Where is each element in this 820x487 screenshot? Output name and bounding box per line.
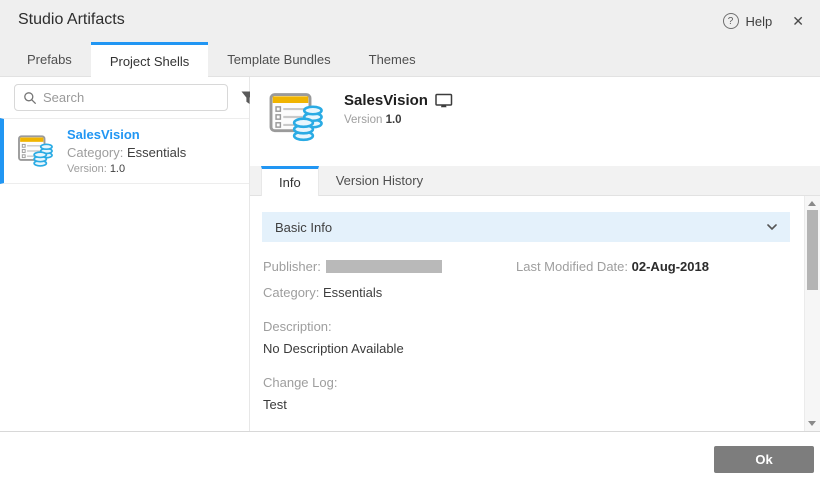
category-field: Category: Essentials [263, 285, 790, 300]
scrollbar-thumb[interactable] [807, 210, 818, 290]
tab-version-history[interactable]: Version History [319, 166, 440, 195]
last-modified-field: Last Modified Date: 02-Aug-2018 [516, 259, 709, 274]
publisher-field: Publisher: [263, 259, 516, 274]
help-icon[interactable]: ? [723, 13, 739, 29]
publisher-row: Publisher: Last Modified Date: 02-Aug-20… [263, 259, 790, 274]
tab-project-shells[interactable]: Project Shells [91, 42, 208, 77]
artifact-title-row: SalesVision [344, 92, 453, 109]
detail-panel: SalesVision Version 1.0 Info Version [250, 77, 820, 431]
tab-prefabs[interactable]: Prefabs [8, 42, 91, 76]
list-item-category: Category: Essentials [67, 145, 186, 160]
version-label: Version: [67, 163, 107, 175]
list-item-version: Version: 1.0 [67, 163, 186, 175]
studio-artifacts-dialog: Studio Artifacts ? Help ✕ Prefabs Projec… [0, 0, 820, 487]
list-item-salesvision[interactable]: SalesVision Category: Essentials Version… [0, 118, 249, 184]
detail-category-label: Category: [263, 285, 319, 300]
main-tab-bar: Prefabs Project Shells Template Bundles … [0, 42, 820, 77]
help-button[interactable]: Help [746, 14, 773, 29]
tab-template-bundles[interactable]: Template Bundles [208, 42, 349, 76]
sidebar: SalesVision Category: Essentials Version… [0, 77, 250, 431]
last-modified-value: 02-Aug-2018 [632, 259, 709, 274]
basic-info-accordion[interactable]: Basic Info [262, 212, 790, 242]
publisher-label: Publisher: [263, 259, 321, 274]
publisher-value-redacted [326, 260, 442, 273]
ok-button[interactable]: Ok [714, 446, 814, 473]
search-icon [23, 91, 37, 105]
app-body: SalesVision Category: Essentials Version… [0, 77, 820, 431]
monitor-icon [435, 93, 453, 109]
scroll-up-arrow-icon[interactable] [808, 201, 816, 206]
artifact-header: SalesVision Version 1.0 [344, 92, 453, 126]
detail-version-label: Version [344, 114, 382, 126]
footer-bar: Ok [0, 431, 820, 487]
description-value: No Description Available [263, 341, 790, 356]
window-header: Studio Artifacts ? Help ✕ [0, 0, 820, 42]
header-actions: ? Help ✕ [723, 0, 804, 42]
category-label: Category: [67, 145, 123, 160]
close-icon[interactable]: ✕ [792, 14, 804, 28]
artifact-large-icon [268, 91, 326, 148]
basic-info-fields: Publisher: Last Modified Date: 02-Aug-20… [263, 259, 790, 431]
list-item-text: SalesVision Category: Essentials Version… [67, 127, 186, 175]
page-title: Studio Artifacts [18, 11, 125, 29]
tab-themes[interactable]: Themes [350, 42, 435, 76]
info-tab-content: Basic Info Publisher: Last Modified Date [250, 196, 803, 431]
list-item-name: SalesVision [67, 127, 186, 142]
artifact-title: SalesVision [344, 92, 428, 109]
change-log-label: Change Log: [263, 375, 790, 390]
vertical-scrollbar[interactable] [804, 196, 820, 431]
last-modified-label: Last Modified Date: [516, 259, 628, 274]
change-log-value: Test [263, 397, 790, 412]
search-input[interactable] [43, 90, 219, 105]
detail-category-value: Essentials [323, 285, 382, 300]
artifact-version-row: Version 1.0 [344, 114, 453, 126]
detail-tab-bar: Info Version History [250, 166, 820, 196]
search-box[interactable] [14, 84, 228, 111]
search-row [14, 84, 239, 111]
category-value: Essentials [127, 145, 186, 160]
description-label: Description: [263, 319, 790, 334]
detail-version-value: 1.0 [386, 114, 402, 126]
tab-info[interactable]: Info [261, 166, 319, 196]
scroll-down-arrow-icon[interactable] [808, 421, 816, 426]
chevron-down-icon[interactable] [767, 224, 777, 231]
basic-info-header-label: Basic Info [275, 220, 332, 235]
version-value: 1.0 [110, 163, 125, 175]
artifact-thumbnail-icon [17, 134, 55, 168]
